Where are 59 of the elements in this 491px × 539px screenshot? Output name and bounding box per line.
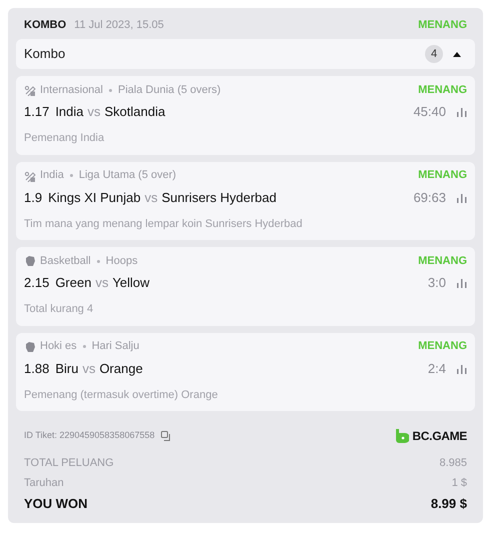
odds: 1.88 <box>24 360 50 378</box>
ticket-id: ID Tiket: 2290459058358067558 <box>24 429 155 442</box>
market-outcome: Pemenang (termasuk overtime) Orange <box>24 388 219 402</box>
odds: 1.9 <box>24 188 42 207</box>
selection-status: MENANG <box>418 254 467 269</box>
selection-status: MENANG <box>418 82 467 98</box>
away-team: Yellow <box>112 274 150 292</box>
home-team: India <box>55 103 84 122</box>
total-value: 8.985 <box>439 456 467 471</box>
cricket-bat-icon <box>24 84 36 96</box>
market-outcome: Pemenang India <box>24 131 106 146</box>
league-name: Hoops <box>106 254 138 269</box>
away-team: Skotlandia <box>104 103 166 122</box>
combo-header[interactable]: Kombo 4 <box>16 39 475 69</box>
bet-status: MENANG <box>418 18 467 33</box>
total-label: YOU WON <box>24 495 88 514</box>
sport-name: Internasional <box>40 82 103 98</box>
logo-icon <box>395 429 410 443</box>
selection-status: MENANG <box>418 339 467 354</box>
leg-count: 4 <box>425 45 443 63</box>
market-outcome: Tim mana yang menang lempar koin Sunrisers Hyderbad <box>24 216 304 232</box>
copy-icon[interactable] <box>160 431 172 441</box>
home-team: Biru <box>55 360 78 378</box>
market-outcome: Total kurang 4 <box>24 302 94 317</box>
selection-status: MENANG <box>418 168 467 184</box>
score: 45:40 <box>413 103 446 122</box>
cricket-bat-icon <box>24 170 36 182</box>
versus-label: vs <box>88 103 101 122</box>
home-team: Kings XI Punjab <box>48 188 141 207</box>
combo-title: Kombo <box>24 45 66 64</box>
league-name: Hari Salju <box>92 339 140 354</box>
away-team: Orange <box>99 360 143 378</box>
stats-icon[interactable] <box>456 192 467 202</box>
collapse-caret-icon[interactable] <box>453 52 461 56</box>
brand-name: BC.GAME <box>412 428 467 445</box>
score: 2:4 <box>428 360 446 378</box>
score: 69:63 <box>413 188 446 207</box>
stats-icon[interactable] <box>456 364 467 374</box>
home-team: Green <box>55 274 92 292</box>
total-label: Taruhan <box>24 476 64 491</box>
versus-label: vs <box>144 188 158 207</box>
odds: 2.15 <box>24 274 50 292</box>
league-name: Piala Dunia (5 overs) <box>118 82 221 98</box>
odds: 1.17 <box>24 103 50 122</box>
versus-label: vs <box>95 274 108 292</box>
sport-name: India <box>40 168 64 184</box>
score: 3:0 <box>428 274 446 292</box>
stats-icon[interactable] <box>456 107 467 117</box>
total-label: TOTAL PELUANG <box>24 456 114 471</box>
away-team: Sunrisers Hyderbad <box>162 188 276 207</box>
sport-name: Basketball <box>40 254 91 269</box>
stats-icon[interactable] <box>456 278 467 288</box>
total-value: 1 $ <box>452 476 467 491</box>
sport-name: Hoki es <box>40 339 77 354</box>
total-value: 8.99 $ <box>430 495 467 514</box>
bet-date: 11 Jul 2023, 15.05 <box>74 18 164 33</box>
bet-type: KOMBO <box>24 18 66 33</box>
league-name: Liga Utama (5 over) <box>78 168 176 184</box>
versus-label: vs <box>82 360 96 378</box>
